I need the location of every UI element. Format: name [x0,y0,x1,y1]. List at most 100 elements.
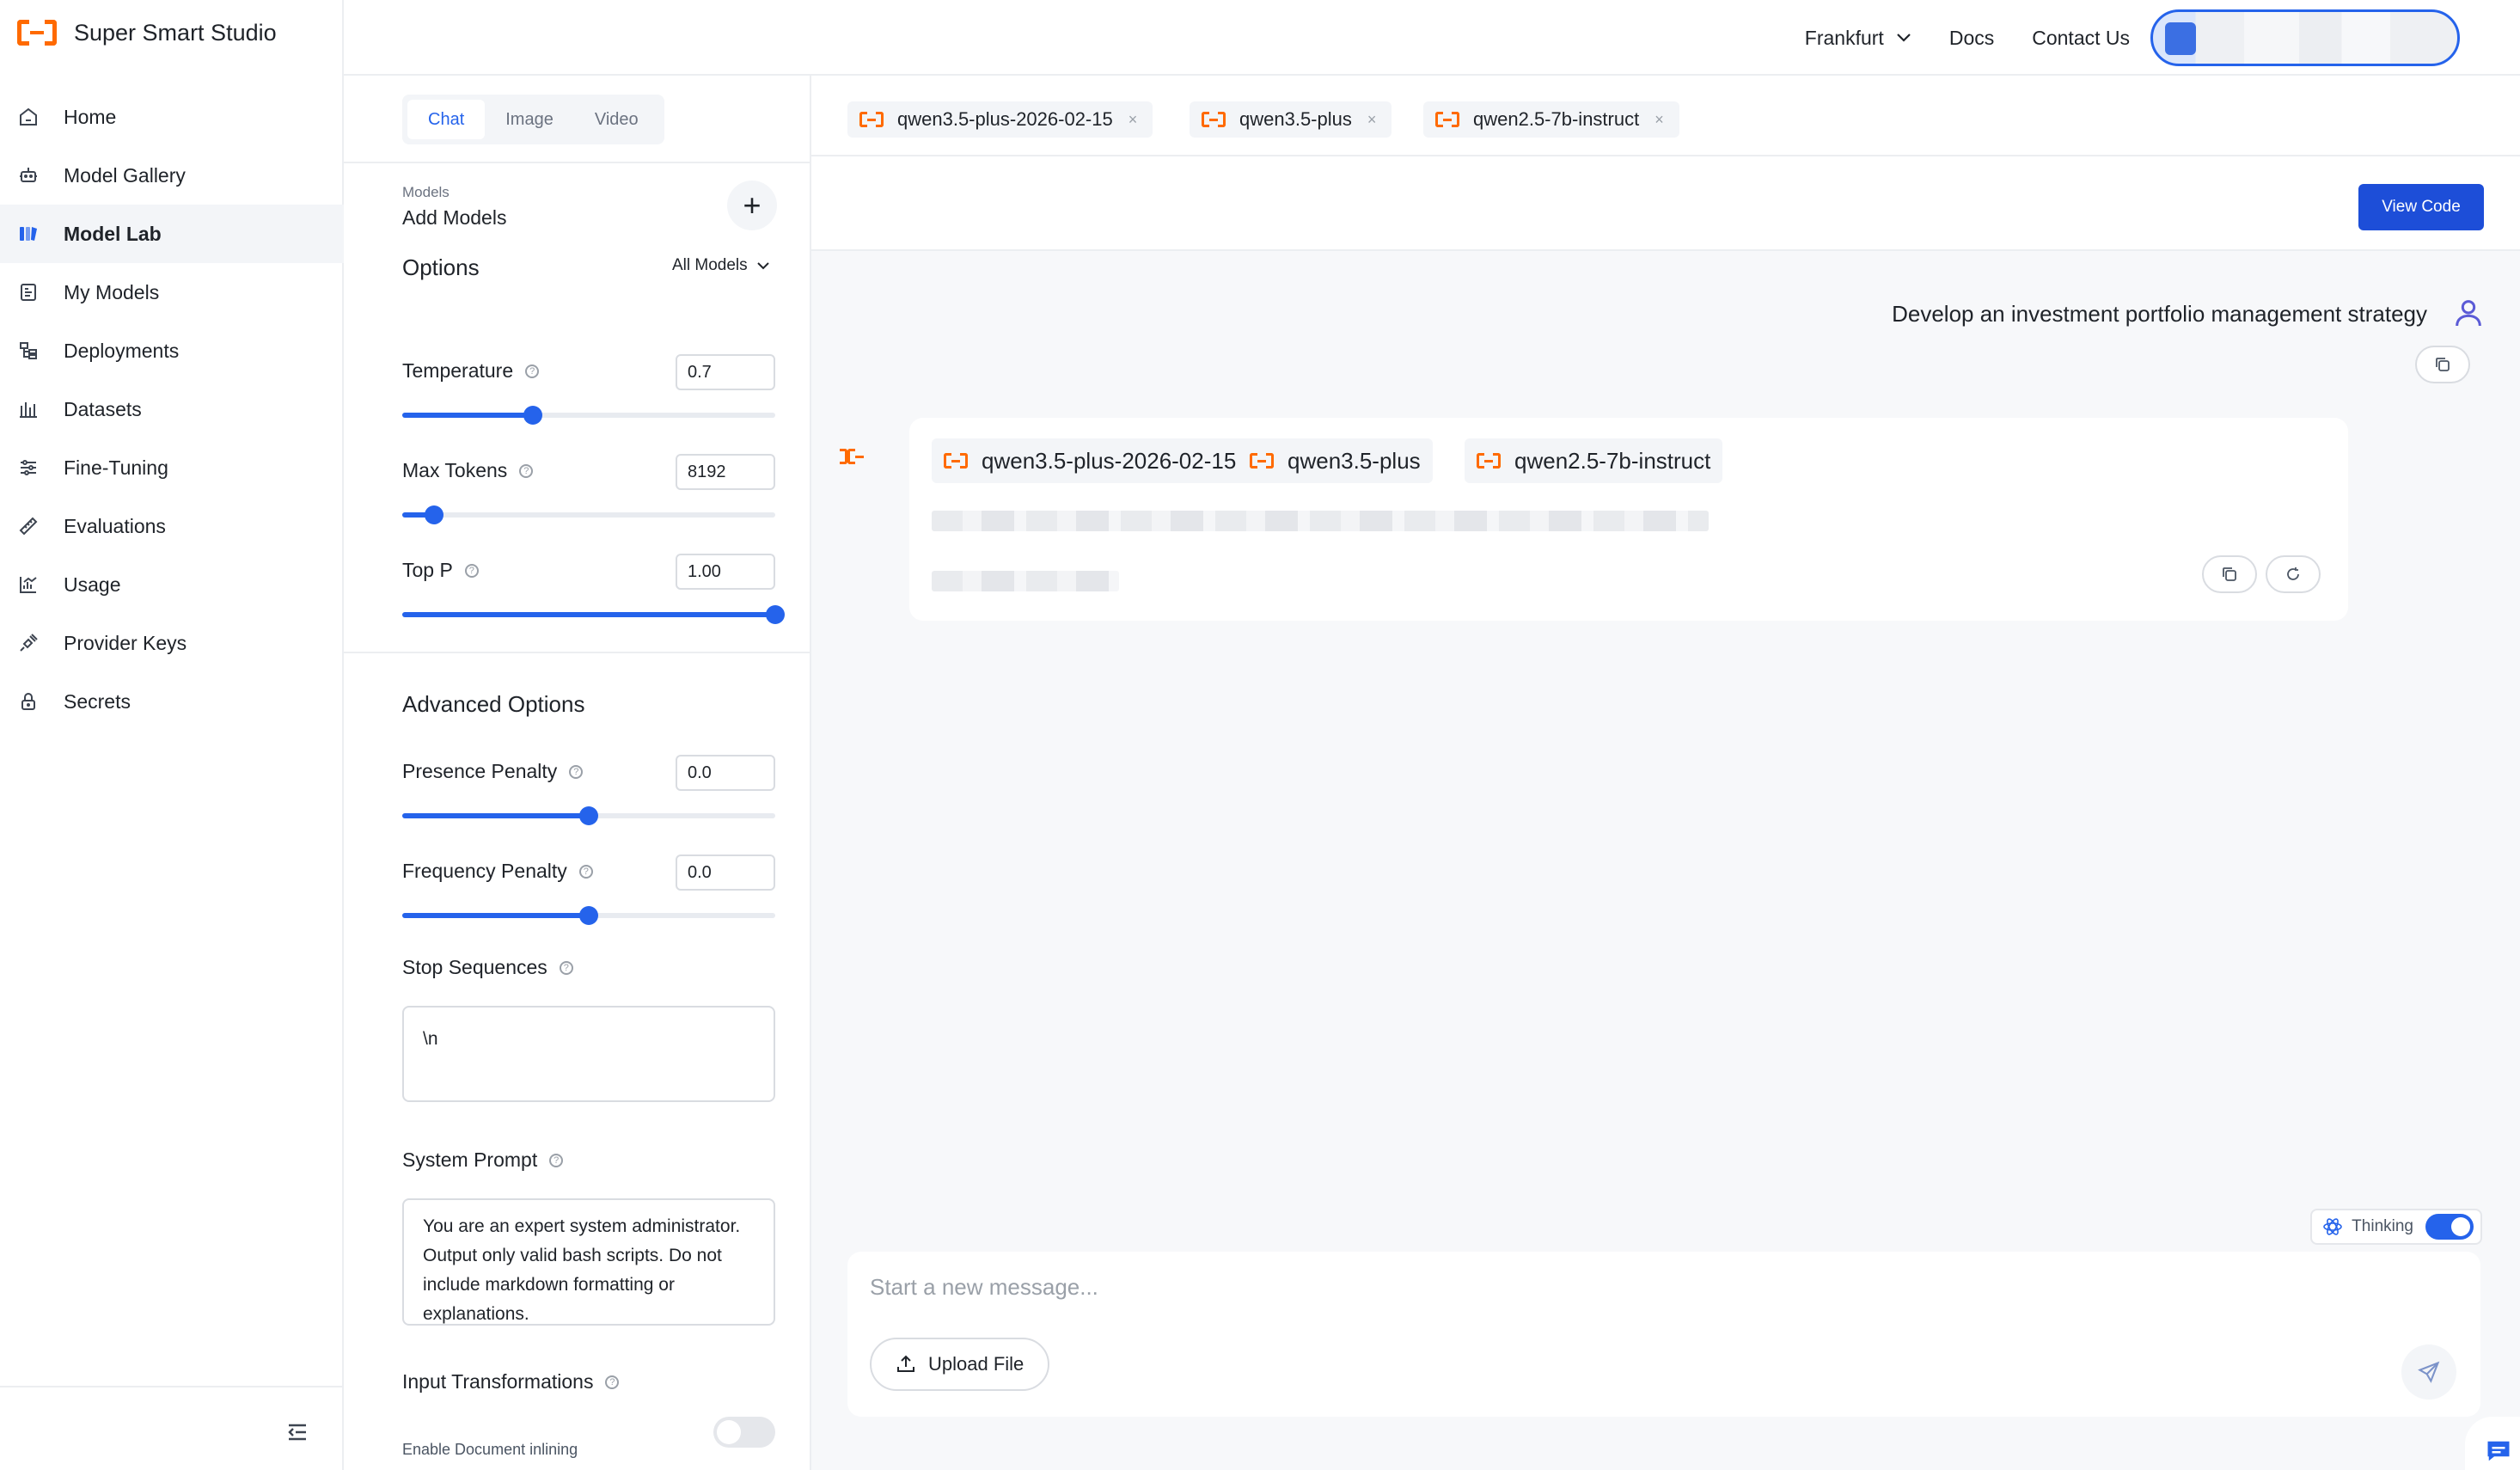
max-tokens-input[interactable] [676,454,775,490]
stop-sequences-textarea[interactable] [402,1006,775,1102]
presence-penalty-label: Presence Penalty ? [402,760,584,783]
system-prompt-label: System Prompt ? [402,1148,564,1172]
slider-fill [402,813,589,818]
all-models-label: All Models [672,256,748,274]
home-icon [17,106,40,128]
sidebar-item-provider-keys[interactable]: Provider Keys [0,614,344,672]
message-input[interactable] [870,1274,2245,1308]
copy-response-button[interactable] [2202,555,2257,593]
sidebar-item-label: My Models [64,280,160,303]
model-chip[interactable]: qwen2.5-7b-instruct × [1423,101,1679,138]
temperature-input[interactable] [676,354,775,390]
add-model-button[interactable]: + [727,181,777,230]
response-model-chip[interactable]: qwen3.5-plus-2026-02-15 [932,438,1249,483]
max-tokens-slider[interactable] [402,505,775,524]
usage-chart-icon [17,573,40,596]
send-button[interactable] [2401,1344,2456,1400]
help-icon[interactable]: ? [605,1375,620,1389]
collapse-sidebar-icon[interactable] [285,1422,309,1442]
sidebar-item-fine-tuning[interactable]: Fine-Tuning [0,438,344,497]
copy-message-button[interactable] [2415,346,2470,383]
top-bar: Frankfurt Docs Contact Us [344,0,2520,76]
slider-thumb[interactable] [766,605,785,624]
temperature-slider[interactable] [402,406,775,425]
tab-image[interactable]: Image [485,100,574,139]
user-account-menu[interactable] [2150,9,2460,66]
model-chip-label: qwen3.5-plus-2026-02-15 [897,108,1113,130]
close-icon[interactable]: × [1367,111,1377,129]
deployments-icon [17,340,40,362]
sidebar-nav: Home Model Gallery Model Lab My Models D… [0,88,344,731]
presence-penalty-input[interactable] [676,755,775,791]
qwen-logo-icon [1202,112,1226,127]
mode-tabs: Chat Image Video [402,95,664,144]
send-icon [2417,1360,2441,1384]
frequency-penalty-input[interactable] [676,854,775,891]
sidebar-item-label: Usage [64,573,121,596]
view-code-button[interactable]: View Code [2358,184,2484,230]
document-inlining-toggle[interactable] [713,1417,775,1448]
sidebar-item-secrets[interactable]: Secrets [0,672,344,731]
contact-us-link[interactable]: Contact Us [2032,27,2130,50]
help-icon[interactable]: ? [525,364,540,378]
frequency-penalty-label-text: Frequency Penalty [402,860,567,882]
sidebar-item-label: Fine-Tuning [64,456,168,479]
model-chip[interactable]: qwen3.5-plus × [1190,101,1392,138]
assistant-avatar [840,449,864,464]
slider-thumb[interactable] [579,906,598,925]
model-chip[interactable]: qwen3.5-plus-2026-02-15 × [847,101,1153,138]
response-model-chip[interactable]: qwen2.5-7b-instruct [1465,438,1723,483]
sidebar-item-home[interactable]: Home [0,88,344,146]
sidebar-item-datasets[interactable]: Datasets [0,380,344,438]
slider-thumb[interactable] [424,505,443,524]
all-models-dropdown[interactable]: All Models [672,256,770,275]
slider-thumb[interactable] [579,806,598,825]
top-p-slider[interactable] [402,605,785,624]
help-icon[interactable]: ? [464,563,479,578]
brand[interactable]: Super Smart Studio [17,15,277,50]
sidebar-item-label: Model Lab [64,222,162,245]
sidebar-item-model-lab[interactable]: Model Lab [0,205,344,263]
message-composer: Upload File [847,1252,2480,1417]
presence-penalty-label-text: Presence Penalty [402,760,558,782]
help-icon[interactable]: ? [549,1153,564,1167]
chevron-down-icon [756,261,770,270]
close-icon[interactable]: × [1128,111,1138,129]
sidebar-item-my-models[interactable]: My Models [0,263,344,322]
close-icon[interactable]: × [1655,111,1664,129]
docs-link[interactable]: Docs [1949,27,1994,50]
upload-file-button[interactable]: Upload File [870,1338,1050,1391]
thinking-label: Thinking [2352,1217,2413,1235]
thinking-control: Thinking [2310,1209,2482,1245]
thinking-toggle[interactable] [2425,1214,2474,1240]
sidebar-item-evaluations[interactable]: Evaluations [0,497,344,555]
help-icon[interactable]: ? [519,463,534,478]
response-model-chip[interactable]: qwen3.5-plus [1238,438,1433,483]
top-p-input[interactable] [676,554,775,590]
frequency-penalty-slider[interactable] [402,906,775,925]
stop-sequences-label-text: Stop Sequences [402,956,547,978]
my-models-icon [17,281,40,303]
system-prompt-textarea[interactable] [402,1198,775,1326]
stop-sequences-label: Stop Sequences ? [402,956,573,979]
regenerate-button[interactable] [2266,555,2321,593]
tab-chat[interactable]: Chat [407,100,486,139]
slider-thumb[interactable] [523,406,542,425]
help-icon[interactable]: ? [569,764,584,779]
region-selector[interactable]: Frankfurt [1805,27,1911,50]
sidebar-item-usage[interactable]: Usage [0,555,344,614]
tab-video[interactable]: Video [574,100,659,139]
presence-penalty-slider[interactable] [402,806,775,825]
top-bar-actions: Frankfurt Docs Contact Us [1767,0,2460,76]
help-icon[interactable]: ? [559,960,573,975]
sidebar-item-deployments[interactable]: Deployments [0,322,344,380]
slider-fill [402,913,589,918]
divider [344,162,810,163]
datasets-icon [17,398,40,420]
max-tokens-label-text: Max Tokens [402,459,508,481]
frequency-penalty-label: Frequency Penalty ? [402,860,593,883]
feedback-chat-button[interactable] [2465,1417,2520,1470]
help-icon[interactable]: ? [578,864,593,879]
chat-bubble-icon [2486,1439,2511,1463]
sidebar-item-model-gallery[interactable]: Model Gallery [0,146,344,205]
